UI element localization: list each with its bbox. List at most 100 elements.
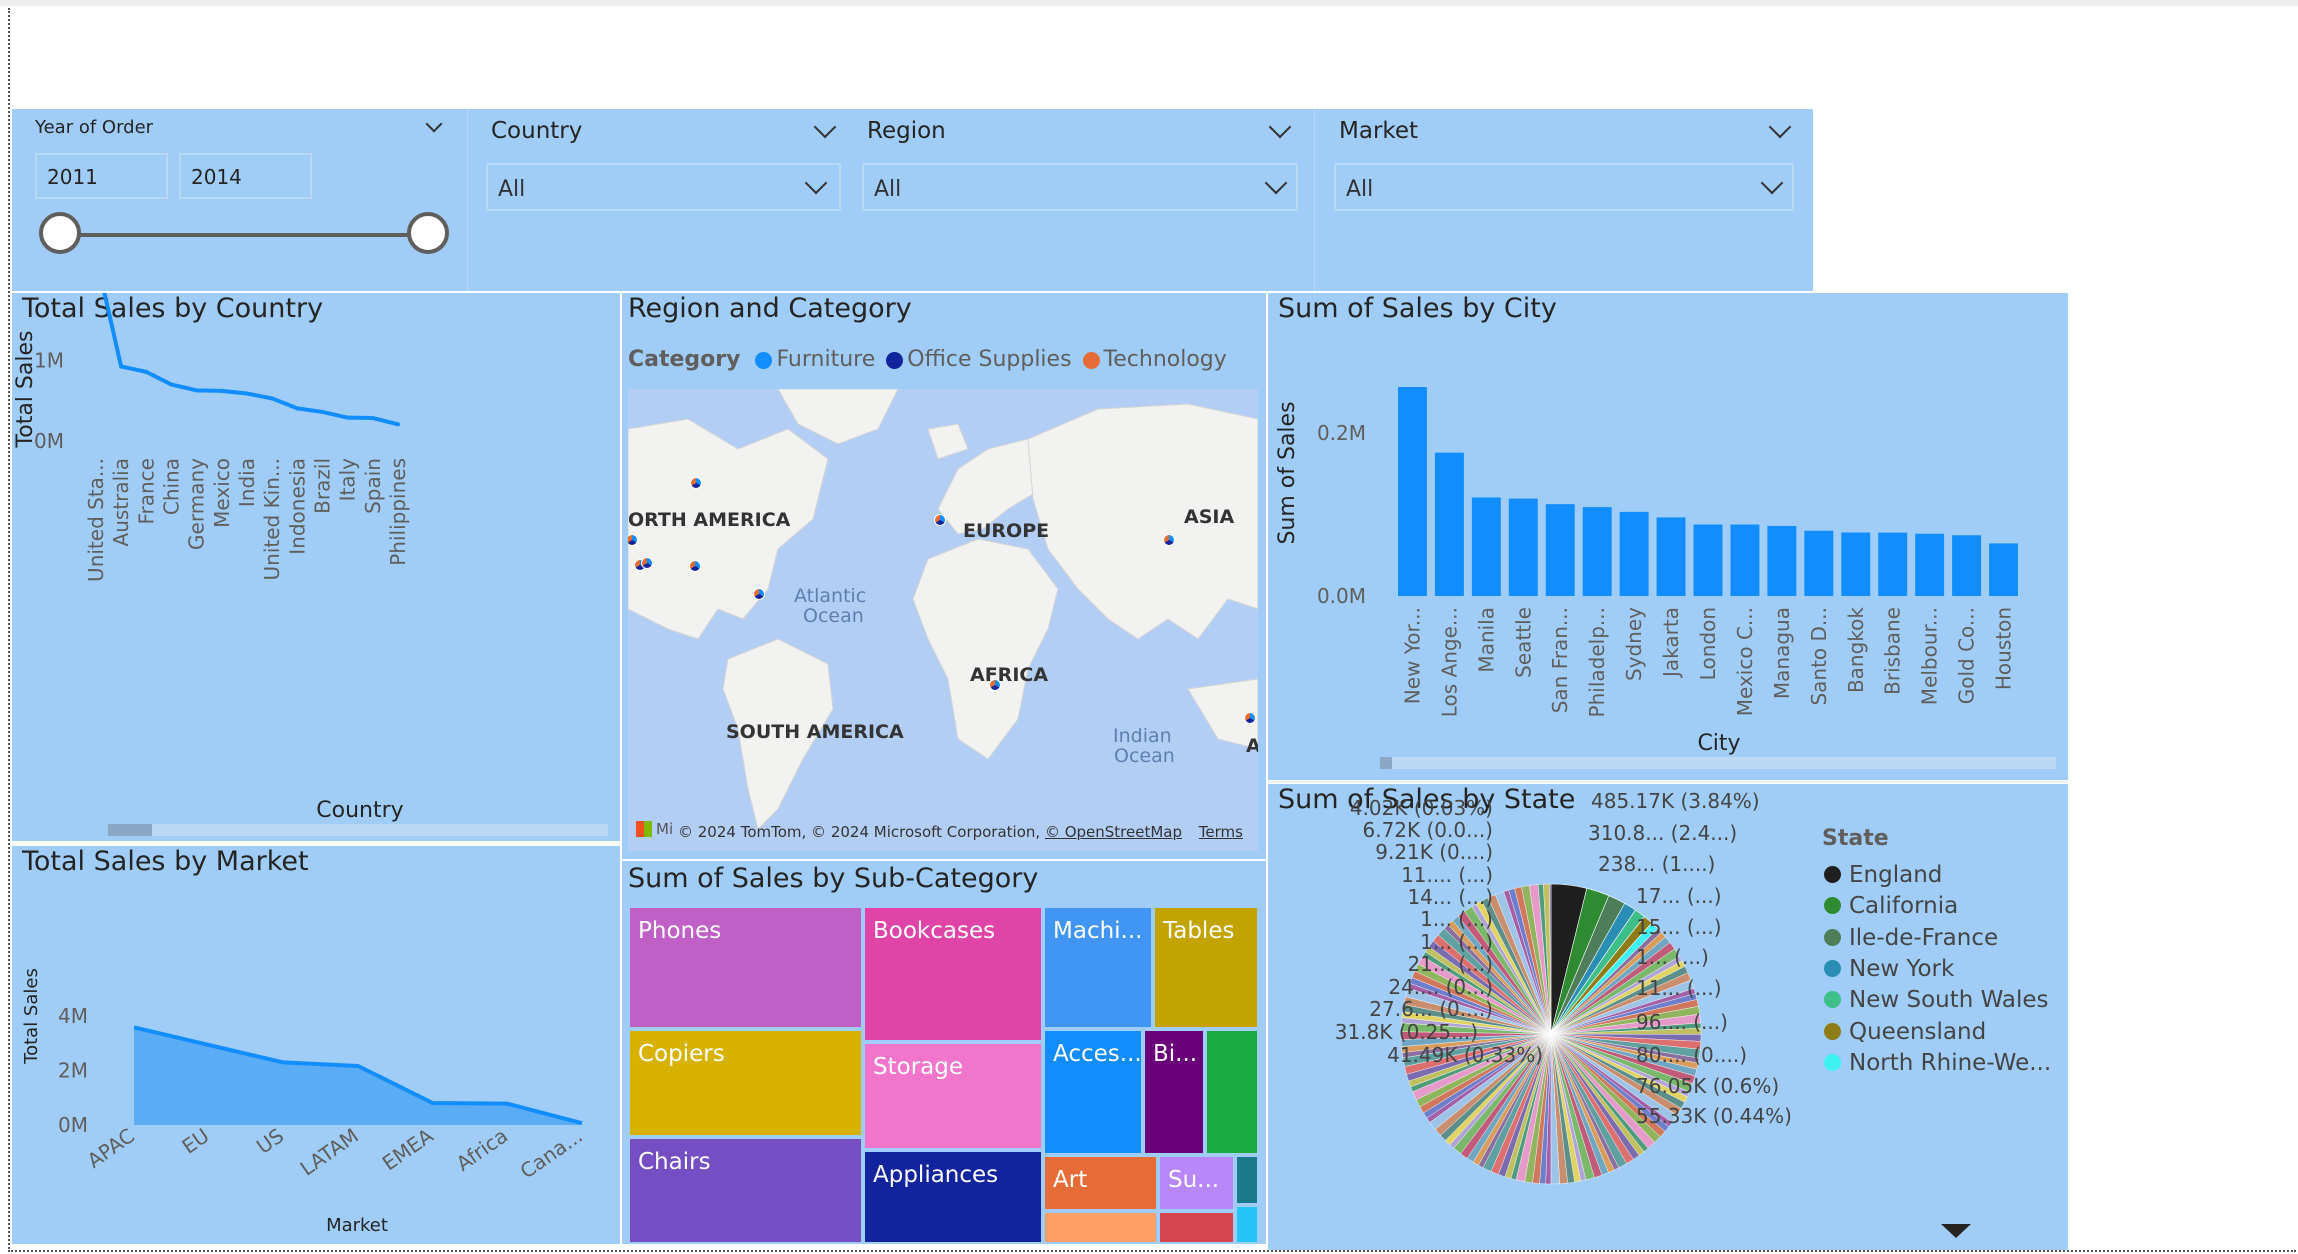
- x-tick-label: EMEA: [378, 1123, 438, 1175]
- scrollbar-thumb[interactable]: [1380, 757, 1392, 769]
- treemap-cell[interactable]: Bookcases: [863, 906, 1043, 1042]
- y-tick-label: 0M: [34, 429, 64, 453]
- map-marker[interactable]: [690, 477, 702, 489]
- city-bar: [1915, 533, 1945, 596]
- map-legend-title: Category: [628, 347, 741, 372]
- treemap-cell[interactable]: Chairs: [628, 1137, 863, 1244]
- country-chart-scrollbar[interactable]: [108, 824, 608, 836]
- map-marker[interactable]: [753, 588, 765, 600]
- x-axis-title: Country: [316, 798, 403, 823]
- pie-legend-item[interactable]: Queensland: [1824, 1019, 1986, 1045]
- x-tick-label: Sydney: [1622, 607, 1646, 681]
- pie-data-label: 41.49K (0.33%): [1387, 1043, 1543, 1067]
- year-slider-start-handle[interactable]: [39, 212, 81, 254]
- map-label: Ocean: [803, 605, 864, 627]
- country-line-chart: 0M1M2MTotal SalesUnited Sta...AustraliaF…: [13, 293, 410, 823]
- pie-data-label: 76.05K (0.6%): [1636, 1074, 1779, 1098]
- legend-office-supplies[interactable]: Office Supplies: [886, 347, 1072, 372]
- y-axis-title: Sum of Sales: [1275, 401, 1300, 544]
- treemap-cell[interactable]: [1158, 1211, 1235, 1244]
- x-tick-label: United Kin...: [260, 458, 284, 581]
- x-tick-label: APAC: [83, 1123, 139, 1172]
- city-bar: [1398, 387, 1427, 596]
- osm-link[interactable]: © OpenStreetMap: [1045, 823, 1182, 841]
- treemap-cell[interactable]: Su...: [1158, 1155, 1235, 1211]
- y-tick-label: 0.0M: [1317, 584, 1366, 608]
- treemap-cell[interactable]: Phones: [628, 906, 863, 1029]
- pie-legend-item[interactable]: New South Wales: [1824, 987, 2049, 1013]
- treemap-cell[interactable]: Tables: [1153, 906, 1259, 1029]
- country-dropdown[interactable]: All: [486, 163, 841, 211]
- treemap-cell[interactable]: Storage: [863, 1042, 1043, 1150]
- city-chart-scrollbar[interactable]: [1380, 757, 2056, 769]
- map-marker[interactable]: [689, 560, 701, 572]
- pie-data-label: 310.8... (2.4...): [1588, 821, 1737, 845]
- map-marker[interactable]: [989, 679, 1001, 691]
- line-point: [295, 406, 300, 411]
- treemap-cell[interactable]: [1235, 1205, 1259, 1244]
- map-title: Region and Category: [628, 293, 912, 324]
- market-slicer-title: Market: [1339, 118, 1419, 144]
- legend-label: North Rhine-We...: [1849, 1049, 2052, 1076]
- year-slider-track[interactable]: [62, 233, 428, 237]
- treemap-cell[interactable]: [1043, 1211, 1158, 1244]
- legend-label: New York: [1849, 955, 1955, 982]
- pie-legend-item[interactable]: California: [1824, 893, 1958, 919]
- x-tick-label: Philadelp...: [1585, 607, 1609, 717]
- map-marker[interactable]: [641, 557, 653, 569]
- map-marker[interactable]: [1163, 534, 1175, 546]
- map-marker[interactable]: [1244, 712, 1256, 724]
- year-from-input[interactable]: 2011: [35, 153, 168, 199]
- year-to-input[interactable]: 2014: [179, 153, 312, 199]
- legend-furniture[interactable]: Furniture: [755, 347, 875, 372]
- pie-data-label: 4.02K (0.03%): [1350, 796, 1493, 820]
- x-tick-label: Managua: [1770, 607, 1794, 699]
- pie-data-label: 27.6... (0....): [1369, 997, 1493, 1021]
- legend-swatch: [1824, 1022, 1841, 1040]
- year-slider-end-handle[interactable]: [407, 212, 449, 254]
- city-bar: [1582, 507, 1612, 596]
- legend-swatch: [1824, 897, 1841, 915]
- y-axis-title: Total Sales: [13, 331, 38, 449]
- legend-scroll-down-icon[interactable]: [1941, 1224, 1971, 1238]
- city-bar: [1693, 524, 1723, 596]
- city-bar: [1545, 504, 1575, 596]
- treemap-cell[interactable]: Appliances: [863, 1150, 1043, 1244]
- scrollbar-thumb[interactable]: [108, 824, 152, 836]
- pie-data-label: 21... (...): [1407, 952, 1493, 976]
- map-label: Indian: [1113, 725, 1172, 747]
- x-tick-label: Mexico: [210, 458, 234, 528]
- line-point: [194, 388, 199, 393]
- treemap-cell[interactable]: Bi...: [1143, 1029, 1205, 1155]
- x-tick-label: Manila: [1474, 607, 1498, 673]
- x-tick-label: Jakarta: [1659, 607, 1683, 679]
- x-tick-label: San Fran...: [1548, 607, 1572, 713]
- pie-legend-item[interactable]: New York: [1824, 956, 1954, 982]
- treemap-cell[interactable]: Acces...: [1043, 1029, 1143, 1155]
- pie-legend-item[interactable]: North Rhine-We...: [1824, 1050, 2051, 1076]
- pie-data-label: 1... (...): [1636, 945, 1709, 969]
- x-tick-label: London: [1696, 607, 1720, 680]
- map-marker[interactable]: [934, 514, 946, 526]
- map-label: ORTH AMERICA: [628, 509, 791, 531]
- treemap-cell[interactable]: [1205, 1029, 1259, 1155]
- region-slicer-title: Region: [867, 118, 946, 144]
- pie-legend-item[interactable]: England: [1824, 862, 1942, 888]
- legend-technology[interactable]: Technology: [1082, 347, 1227, 372]
- line-point: [169, 382, 174, 387]
- treemap-cell[interactable]: [1235, 1155, 1259, 1205]
- market-dropdown-value: All: [1346, 177, 1374, 202]
- legend-label: England: [1849, 862, 1943, 888]
- treemap-cell[interactable]: Copiers: [628, 1029, 863, 1137]
- city-bar: [1434, 452, 1464, 596]
- map-label: A: [1246, 735, 1258, 757]
- year-slicer-title: Year of Order: [35, 117, 154, 138]
- market-dropdown[interactable]: All: [1334, 163, 1794, 211]
- region-dropdown[interactable]: All: [862, 163, 1298, 211]
- treemap-cell[interactable]: Machi...: [1043, 906, 1153, 1029]
- treemap-cell[interactable]: Art: [1043, 1155, 1158, 1211]
- pie-legend-item[interactable]: Ile-de-France: [1824, 925, 1998, 951]
- terms-link[interactable]: Terms: [1199, 823, 1243, 841]
- world-map[interactable]: ORTH AMERICA EUROPE ASIA Atlantic Ocean …: [628, 389, 1258, 851]
- x-tick-label: Melbour...: [1918, 607, 1942, 705]
